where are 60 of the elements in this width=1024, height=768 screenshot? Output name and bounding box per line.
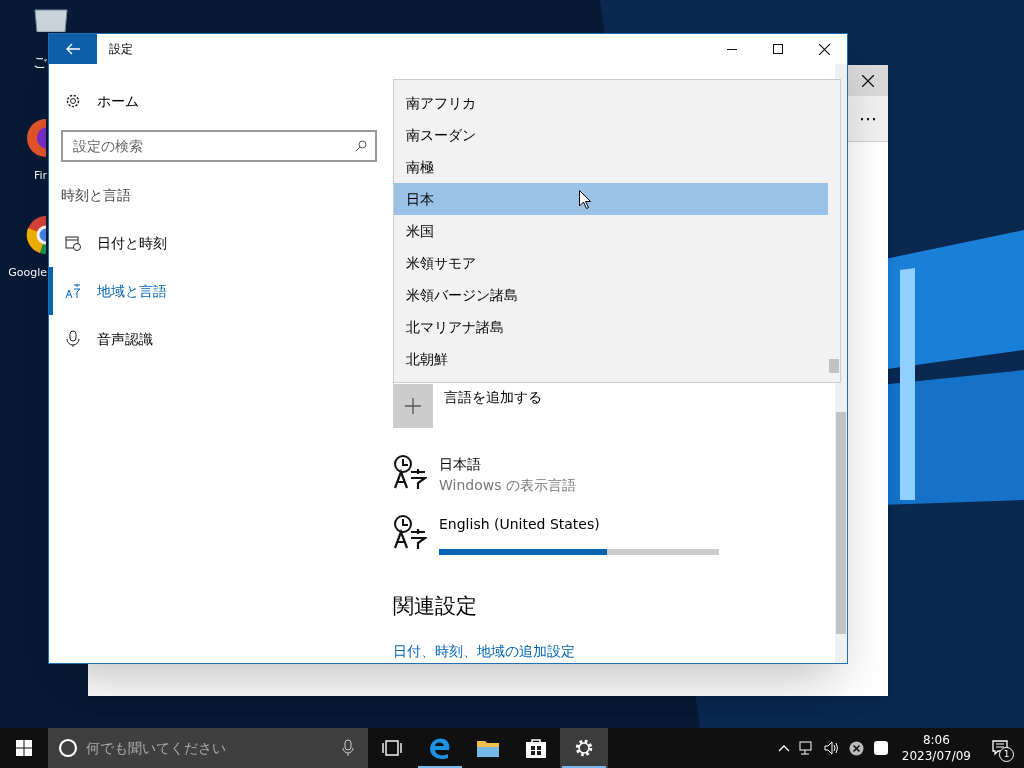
icon-label: ご [33, 53, 47, 72]
calendar-clock-icon [65, 235, 81, 251]
notification-count: 1 [999, 747, 1014, 762]
dropdown-option[interactable]: 米領バージン諸島 [394, 279, 828, 311]
home-item[interactable]: ホーム [49, 78, 389, 124]
network-icon[interactable] [798, 741, 815, 755]
section-heading: 関連設定 [393, 593, 478, 620]
minimize-icon [727, 48, 737, 50]
settings-icon [65, 93, 81, 109]
back-button[interactable] [49, 34, 97, 64]
message-icon [992, 740, 1008, 756]
windows-logo-icon [16, 740, 32, 756]
clock[interactable]: 8:06 2023/07/09 [897, 732, 975, 764]
maximize-icon [773, 44, 783, 54]
window-title: 設定 [109, 41, 133, 58]
taskbar-button[interactable] [560, 728, 608, 768]
microphone-icon [342, 739, 354, 757]
chevron-up-icon[interactable] [777, 744, 790, 752]
search-icon [355, 140, 367, 152]
language-name[interactable]: 日本語 [439, 454, 576, 475]
close-circle-icon[interactable] [848, 740, 864, 756]
search-field[interactable]: 設定の検索 [61, 130, 377, 162]
add-language-label[interactable]: 言語を追加する [444, 387, 542, 408]
dropdown-option[interactable]: 米国 [394, 215, 828, 247]
dropdown-option[interactable]: 日本 [394, 183, 828, 215]
volume-icon[interactable] [823, 741, 840, 755]
mouse-pointer-icon [579, 190, 591, 209]
language-subtitle: Windows の表示言語 [439, 476, 576, 495]
close-icon[interactable] [862, 74, 874, 87]
close-icon [818, 43, 830, 55]
microphone-icon [66, 330, 80, 348]
plus-icon [405, 398, 421, 414]
related-settings-link[interactable]: 日付、時刻、地域の追加設定 [393, 640, 827, 662]
settings-icon [574, 738, 594, 758]
recycle-bin-icon[interactable] [32, 8, 70, 32]
language-name[interactable]: English (United States) [439, 514, 719, 535]
section-heading: 時刻と言語 [61, 186, 132, 205]
back-arrow-icon [66, 43, 80, 55]
icon-label: Fir [33, 168, 47, 184]
nav-item[interactable]: 地域と言語 [49, 267, 389, 315]
dropdown-option[interactable]: 北マリアナ諸島 [394, 311, 828, 343]
cortana-icon [58, 738, 78, 758]
dropdown-option[interactable]: 南極 [394, 151, 828, 183]
icon-label: Google [8, 265, 47, 281]
dropdown-option[interactable]: 米領サモア [394, 247, 828, 279]
shopping-bag-icon [525, 737, 547, 759]
dropdown-option[interactable]: 北朝鮮 [394, 343, 828, 375]
language-clock-icon [393, 514, 427, 550]
notification-button[interactable]: 1 [984, 728, 1016, 768]
dropdown-option[interactable]: 南スーダン [394, 119, 828, 151]
task-view-icon [382, 740, 402, 756]
folder-icon [476, 738, 500, 758]
search-box[interactable]: 何でも聞いてください [48, 728, 368, 768]
language-icon [65, 283, 81, 299]
add-language-button[interactable] [393, 384, 433, 428]
nav-item[interactable]: 日付と時刻 [49, 219, 389, 267]
nav-item[interactable]: 音声認識 [49, 315, 389, 363]
dropdown-option[interactable]: 南アフリカ [394, 87, 828, 119]
browser-icon [428, 736, 452, 760]
language-clock-icon [393, 454, 427, 490]
